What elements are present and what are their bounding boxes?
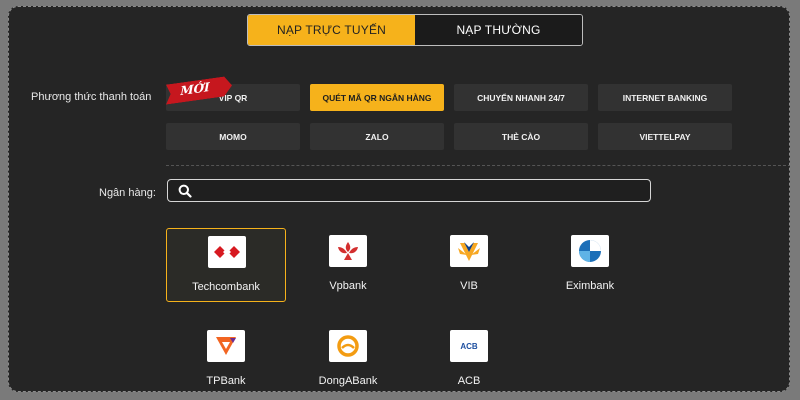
bank-search-box xyxy=(167,179,651,202)
tab-online-deposit[interactable]: NẠP TRỰC TUYẾN xyxy=(248,15,415,45)
bank-name: ACB xyxy=(457,375,481,387)
search-icon xyxy=(178,184,192,198)
eximbank-logo-icon xyxy=(571,235,609,267)
bank-name: Vpbank xyxy=(329,280,367,292)
method-scratch-card-button[interactable]: THẺ CÀO xyxy=(454,123,588,150)
acb-logo-text: ACB xyxy=(460,341,478,351)
bank-option-acb[interactable]: ACB ACB xyxy=(409,323,529,391)
method-bank-qr-button[interactable]: QUÉT MÃ QR NGÂN HÀNG xyxy=(310,84,444,111)
section-divider xyxy=(166,165,789,166)
new-badge: MỚI xyxy=(166,80,232,100)
bank-search-input[interactable] xyxy=(198,183,650,198)
method-fast-transfer-button[interactable]: CHUYỂN NHANH 24/7 xyxy=(454,84,588,111)
bank-option-vpbank[interactable]: Vpbank xyxy=(288,228,408,302)
payment-method-label: Phương thức thanh toán xyxy=(31,91,152,103)
method-zalo-button[interactable]: ZALO xyxy=(310,123,444,150)
bank-label: Ngân hàng: xyxy=(99,187,156,199)
bank-name: Eximbank xyxy=(565,280,615,292)
bank-name: VIB xyxy=(460,280,478,292)
vpbank-logo-icon xyxy=(329,235,367,267)
deposit-panel: NẠP TRỰC TUYẾN NẠP THƯỜNG Phương thức th… xyxy=(8,6,790,392)
bank-option-techcombank[interactable]: Techcombank xyxy=(166,228,286,302)
bank-option-dongabank[interactable]: DongABank xyxy=(288,323,408,391)
method-viettelpay-button[interactable]: VIETTELPAY xyxy=(598,123,732,150)
bank-option-vib[interactable]: VIB xyxy=(409,228,529,302)
vib-logo-icon xyxy=(450,235,488,267)
deposit-tabs: NẠP TRỰC TUYẾN NẠP THƯỜNG xyxy=(247,14,583,46)
bank-name: TPBank xyxy=(206,375,246,387)
techcombank-logo-icon xyxy=(208,236,246,268)
tab-regular-deposit[interactable]: NẠP THƯỜNG xyxy=(415,15,582,45)
method-momo-button[interactable]: MOMO xyxy=(166,123,300,150)
bank-option-tpbank[interactable]: TPBank xyxy=(166,323,286,391)
tpbank-logo-icon xyxy=(207,330,245,362)
payment-method-grid: VIP QR QUÉT MÃ QR NGÂN HÀNG CHUYỂN NHANH… xyxy=(166,84,732,150)
bank-name: DongABank xyxy=(318,375,378,387)
bank-option-eximbank[interactable]: Eximbank xyxy=(530,228,650,302)
method-internet-banking-button[interactable]: INTERNET BANKING xyxy=(598,84,732,111)
bank-name: Techcombank xyxy=(192,281,260,293)
acb-logo-icon: ACB xyxy=(450,330,488,362)
dongabank-logo-icon xyxy=(329,330,367,362)
